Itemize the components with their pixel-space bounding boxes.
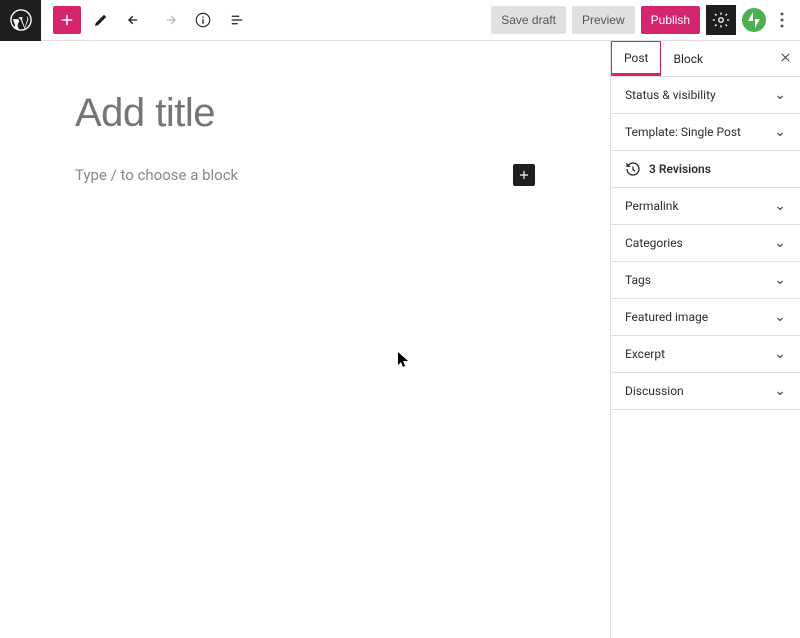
more-options-button[interactable] (772, 12, 792, 28)
panel-label: Template: Single Post (625, 125, 741, 139)
panel-featured-image[interactable]: Featured image ⌄ (611, 299, 800, 336)
chevron-down-icon: ⌄ (774, 383, 786, 399)
inline-add-block-button[interactable] (513, 164, 535, 186)
toolbar-left (0, 0, 251, 40)
panel-label: Discussion (625, 384, 684, 398)
list-icon (228, 11, 246, 29)
undo-icon (126, 11, 144, 29)
edit-tool-button[interactable] (87, 6, 115, 34)
info-icon (194, 11, 212, 29)
post-title-input[interactable] (75, 91, 535, 136)
chevron-down-icon: ⌄ (774, 235, 786, 251)
publish-button[interactable]: Publish (641, 6, 700, 34)
settings-sidebar: Post Block Status & visibility ⌄ Templat… (610, 41, 800, 638)
jetpack-button[interactable] (742, 8, 766, 32)
panel-label: Featured image (625, 310, 708, 324)
panel-label: Excerpt (625, 347, 665, 361)
redo-button[interactable] (155, 6, 183, 34)
block-placeholder-text: Type / to choose a block (75, 166, 238, 184)
toolbar-right: Save draft Preview Publish (491, 5, 792, 35)
tab-post[interactable]: Post (611, 41, 661, 76)
info-button[interactable] (189, 6, 217, 34)
plus-icon (58, 11, 76, 29)
default-block[interactable]: Type / to choose a block (75, 164, 535, 186)
panel-excerpt[interactable]: Excerpt ⌄ (611, 336, 800, 373)
panel-permalink[interactable]: Permalink ⌄ (611, 188, 800, 225)
save-draft-button[interactable]: Save draft (491, 6, 566, 34)
main-area: Type / to choose a block Post Block Stat… (0, 41, 800, 638)
outline-button[interactable] (223, 6, 251, 34)
chevron-down-icon: ⌄ (774, 272, 786, 288)
panel-label: Tags (625, 273, 651, 287)
jetpack-icon (748, 12, 760, 28)
revisions-label: 3 Revisions (649, 162, 711, 176)
panel-discussion[interactable]: Discussion ⌄ (611, 373, 800, 410)
plus-icon (517, 168, 531, 182)
history-icon (625, 161, 641, 177)
panel-tags[interactable]: Tags ⌄ (611, 262, 800, 299)
sidebar-tabs: Post Block (611, 41, 800, 77)
add-block-button[interactable] (53, 6, 81, 34)
panel-label: Status & visibility (625, 88, 716, 102)
chevron-down-icon: ⌄ (774, 309, 786, 325)
editor-canvas: Type / to choose a block (0, 41, 610, 638)
panel-label: Permalink (625, 199, 679, 213)
chevron-down-icon: ⌄ (774, 346, 786, 362)
chevron-down-icon: ⌄ (774, 87, 786, 103)
settings-button[interactable] (706, 5, 736, 35)
panel-label: Categories (625, 236, 683, 250)
panel-revisions[interactable]: 3 Revisions (611, 151, 800, 188)
chevron-down-icon: ⌄ (774, 124, 786, 140)
kebab-icon (780, 12, 784, 28)
redo-icon (160, 11, 178, 29)
panel-categories[interactable]: Categories ⌄ (611, 225, 800, 262)
pencil-icon (92, 11, 110, 29)
editor-toolbar: Save draft Preview Publish (0, 0, 800, 41)
undo-button[interactable] (121, 6, 149, 34)
close-sidebar-button[interactable] (779, 50, 792, 68)
wordpress-logo[interactable] (0, 0, 41, 41)
chevron-down-icon: ⌄ (774, 198, 786, 214)
panel-template[interactable]: Template: Single Post ⌄ (611, 114, 800, 151)
panel-status-visibility[interactable]: Status & visibility ⌄ (611, 77, 800, 114)
close-icon (779, 51, 792, 64)
gear-icon (712, 11, 730, 29)
tab-block[interactable]: Block (661, 41, 715, 76)
preview-button[interactable]: Preview (572, 6, 635, 34)
wordpress-icon (10, 9, 32, 31)
